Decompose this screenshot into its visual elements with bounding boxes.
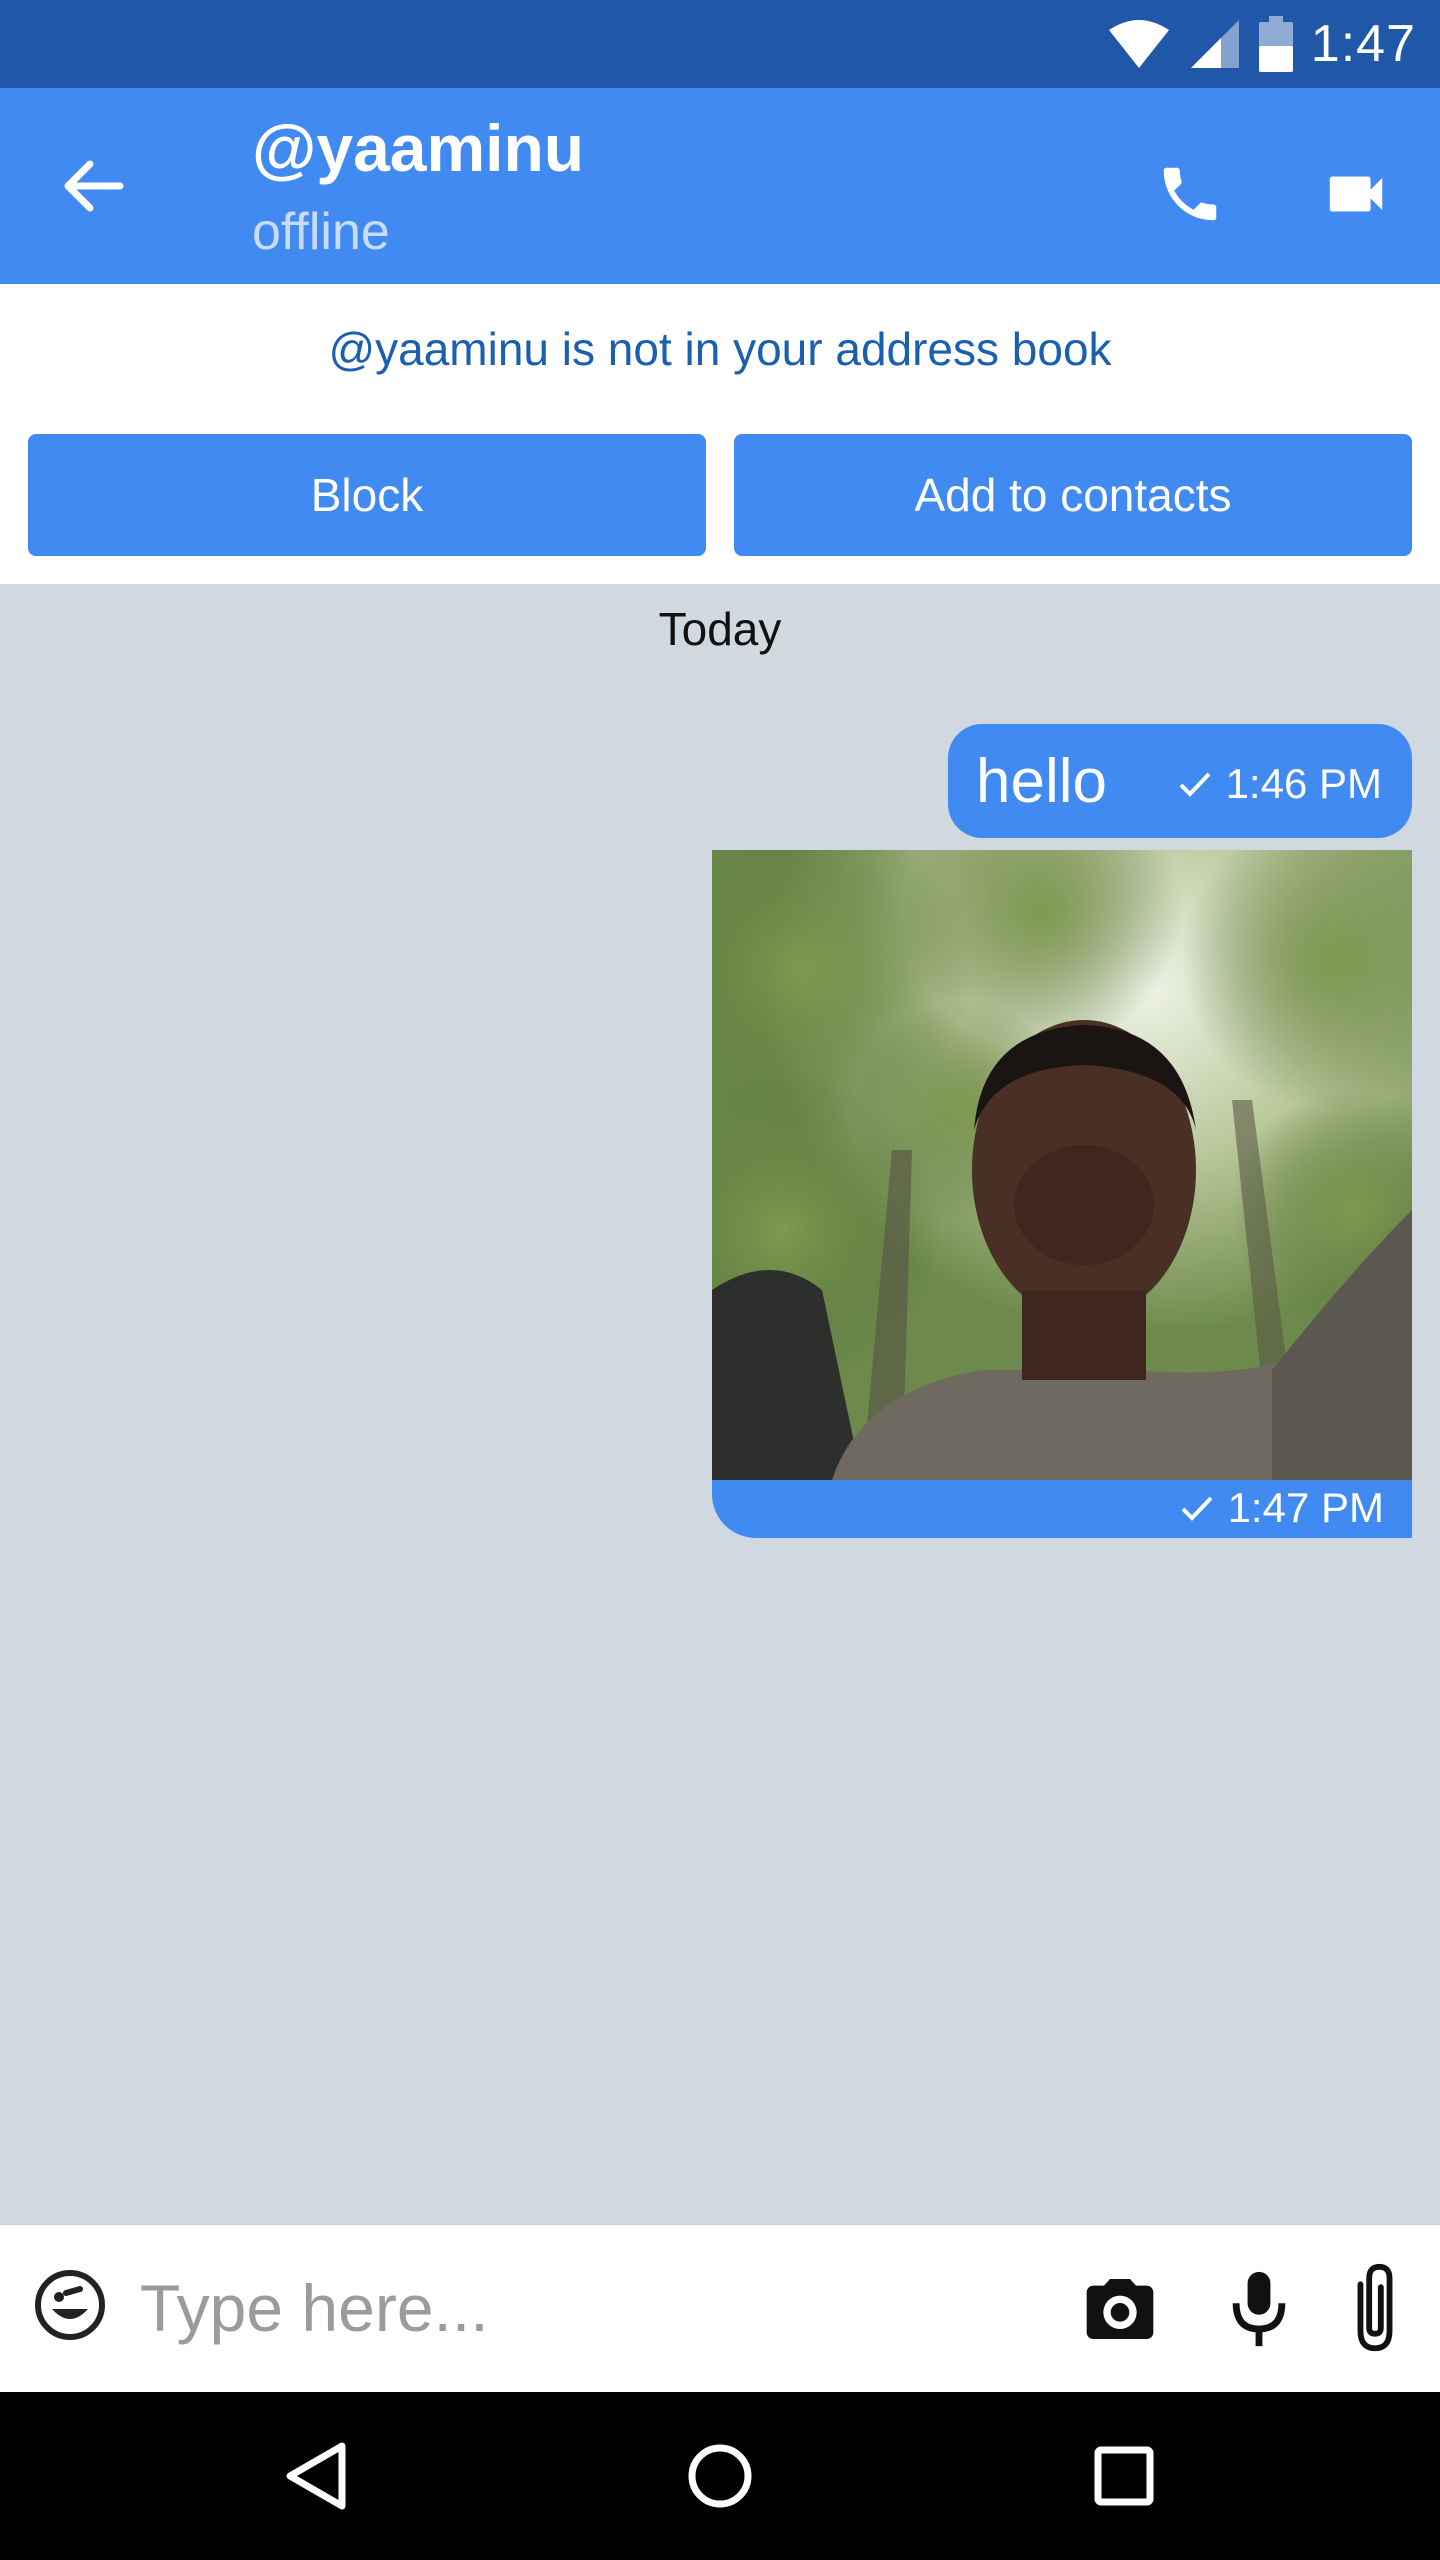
conversation-header: @yaaminu offline	[0, 88, 1440, 284]
status-bar: 1:47	[0, 0, 1440, 88]
photo-thumbnail[interactable]	[712, 850, 1412, 1480]
emoji-button[interactable]	[32, 2267, 108, 2343]
nav-recents-icon	[1094, 2446, 1154, 2506]
phone-icon	[1163, 167, 1217, 221]
nav-home-icon	[688, 2444, 752, 2508]
status-icons: 1:47	[1107, 0, 1416, 88]
outgoing-text-message[interactable]: hello 1:46 PM	[948, 724, 1412, 838]
nav-back-icon	[286, 2442, 346, 2510]
message-composer	[0, 2224, 1440, 2392]
outgoing-photo-message[interactable]: 1:47 PM	[712, 850, 1412, 1538]
microphone-icon	[1232, 2271, 1286, 2347]
wifi-icon	[1108, 20, 1169, 68]
system-navigation-bar	[0, 2392, 1440, 2560]
battery-icon	[1258, 16, 1293, 72]
status-time: 1:47	[1310, 15, 1416, 73]
block-button[interactable]: Block	[28, 434, 706, 556]
nav-back-button[interactable]	[274, 2434, 358, 2518]
video-call-button[interactable]	[1306, 144, 1406, 244]
message-time: 1:46 PM	[1225, 760, 1382, 807]
nav-home-button[interactable]	[678, 2434, 762, 2518]
unknown-contact-banner: @yaaminu is not in your address book Blo…	[0, 284, 1440, 584]
message-text: hello	[976, 747, 1107, 816]
voice-note-button[interactable]	[1224, 2269, 1294, 2349]
date-separator: Today	[658, 603, 782, 655]
camera-icon	[1086, 2279, 1154, 2339]
emoji-icon	[35, 2270, 105, 2340]
voice-call-button[interactable]	[1140, 144, 1240, 244]
back-button[interactable]	[52, 146, 132, 226]
message-input[interactable]	[140, 2265, 1020, 2351]
signal-icon	[1190, 20, 1239, 68]
paperclip-icon	[1357, 2263, 1393, 2352]
add-to-contacts-button[interactable]: Add to contacts	[734, 434, 1412, 556]
nav-recents-button[interactable]	[1082, 2434, 1166, 2518]
unknown-contact-text: @yaaminu is not in your address book	[328, 323, 1112, 375]
check-icon	[1181, 1496, 1213, 1521]
video-camera-icon	[1329, 176, 1383, 212]
selfie-photo	[712, 850, 1412, 1480]
message-time: 1:47 PM	[1227, 1484, 1384, 1531]
message-meta: 1:46 PM	[1178, 760, 1382, 808]
message-meta: 1:47 PM	[1180, 1484, 1384, 1532]
check-icon	[1179, 772, 1211, 797]
attach-button[interactable]	[1340, 2261, 1410, 2357]
contact-name[interactable]: @yaaminu	[252, 110, 584, 186]
back-arrow-icon	[64, 160, 124, 212]
contact-status: offline	[252, 203, 390, 261]
camera-button[interactable]	[1080, 2269, 1160, 2349]
